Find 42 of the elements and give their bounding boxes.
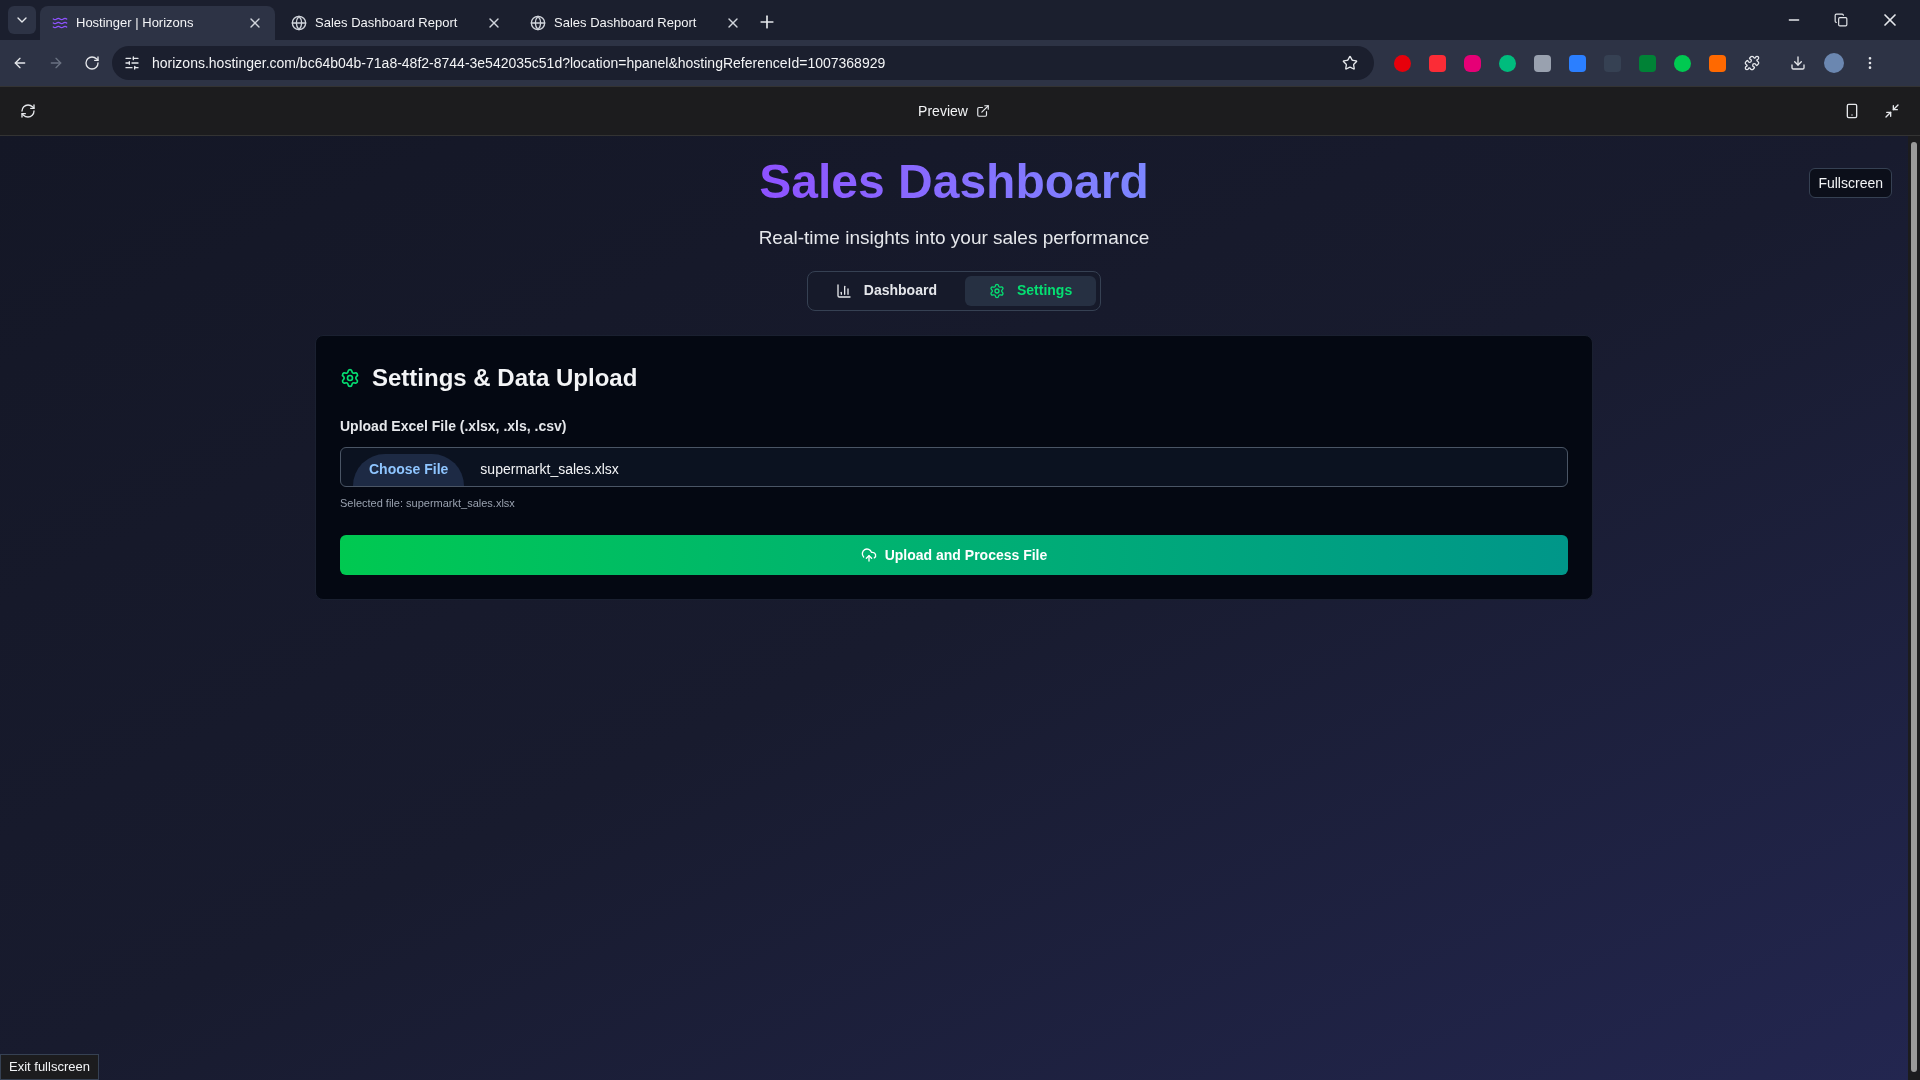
nav-tab[interactable]: Settings <box>964 275 1097 306</box>
file-input[interactable]: Choose File supermarkt_sales.xlsx <box>340 446 1568 487</box>
bar-chart-icon <box>835 282 852 299</box>
star-icon[interactable] <box>1342 55 1358 71</box>
back-icon[interactable] <box>12 55 28 71</box>
page-subtitle: Real-time insights into your sales performance <box>758 226 1150 250</box>
globe-icon <box>291 15 307 31</box>
refresh-icon[interactable] <box>20 103 36 119</box>
collapse-icon[interactable] <box>1884 103 1900 119</box>
gear-icon <box>340 367 360 388</box>
url-text: horizons.hostinger.com/bc64b04b-71a8-48f2-8744-3e542035c51d?location=hpanel&hostingReferenceId=1007368929 <box>152 53 887 73</box>
reload-icon[interactable] <box>84 55 100 71</box>
choose-file-button[interactable]: Choose File <box>353 453 465 486</box>
field-label: Upload Excel File (.xlsx, .xls, .csv) <box>340 416 568 436</box>
preview-label: Preview <box>918 101 968 121</box>
card-heading: Settings & Data Upload <box>372 362 638 393</box>
tab-title: Hostinger | Horizons <box>76 14 195 33</box>
phone-icon[interactable] <box>1844 103 1860 119</box>
external-link-icon[interactable] <box>975 104 990 118</box>
puzzle-icon[interactable] <box>1744 55 1760 71</box>
tab-title: Sales Dashboard Report <box>554 14 698 33</box>
waves-icon <box>52 15 68 31</box>
restore-icon[interactable] <box>1834 13 1848 27</box>
tab-title: Sales Dashboard Report <box>315 14 459 33</box>
scrollbar[interactable] <box>1908 136 1920 1080</box>
fullscreen-button[interactable]: Fullscreen <box>1809 168 1892 198</box>
exit-fullscreen-button[interactable]: Exit fullscreen <box>0 1054 99 1080</box>
file-name: supermarkt_sales.xlsx <box>480 459 619 479</box>
nav-tab[interactable]: Dashboard <box>811 275 961 306</box>
avatar-icon[interactable] <box>1824 53 1844 73</box>
address-bar[interactable]: horizons.hostinger.com/bc64b04b-71a8-48f2-8744-3e542035c51d?location=hpanel&hostingReferenceId=1007368929 <box>112 46 1374 80</box>
browser-tab[interactable]: Sales Dashboard Report <box>518 6 753 40</box>
site-settings-icon[interactable] <box>124 55 140 71</box>
forward-icon[interactable] <box>48 55 64 71</box>
download-icon[interactable] <box>1790 55 1806 71</box>
browser-tab[interactable]: Sales Dashboard Report <box>279 6 514 40</box>
cloud-upload-icon <box>860 547 877 563</box>
globe-icon <box>530 15 546 31</box>
tab-list-button[interactable] <box>8 6 36 34</box>
browser-tab[interactable]: Hostinger | Horizons <box>40 6 275 40</box>
gear-icon <box>988 282 1005 299</box>
selected-file-text: Selected file: supermarkt_sales.xlsx <box>340 495 516 511</box>
